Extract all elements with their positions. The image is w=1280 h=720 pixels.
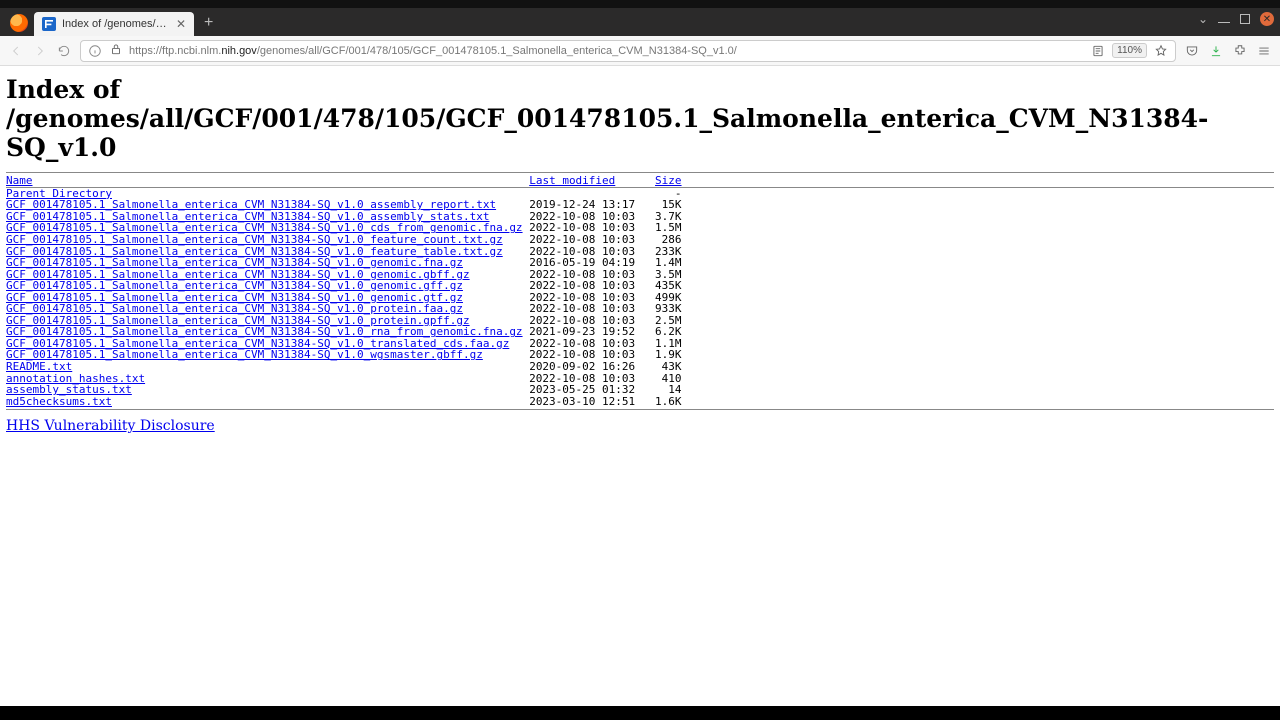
tabs-dropdown-icon[interactable]: ⌄: [1198, 12, 1208, 26]
window-minimize-icon[interactable]: [1218, 22, 1230, 23]
sort-by-name-link[interactable]: Name: [6, 174, 33, 187]
url-text: https://ftp.ncbi.nlm.nih.gov/genomes/all…: [129, 45, 1084, 57]
new-tab-button[interactable]: +: [194, 14, 223, 36]
extensions-icon[interactable]: [1232, 43, 1248, 59]
app-menu-icon[interactable]: [1256, 43, 1272, 59]
page-title: Index of /genomes/all/GCF/001/478/105/GC…: [6, 76, 1274, 162]
firefox-icon: [10, 14, 28, 32]
forward-button[interactable]: [32, 43, 48, 59]
divider: [6, 187, 1274, 188]
url-bar[interactable]: https://ftp.ncbi.nlm.nih.gov/genomes/all…: [80, 40, 1176, 62]
hhs-disclosure-link[interactable]: HHS Vulnerability Disclosure: [6, 418, 215, 434]
tab-title: Index of /genomes/all/G: [62, 18, 170, 30]
window-close-icon[interactable]: ✕: [1260, 12, 1274, 26]
sort-by-modified-link[interactable]: Last modified: [529, 174, 615, 187]
browser-tab-active[interactable]: Index of /genomes/all/G ✕: [34, 12, 194, 36]
url-host: nih.gov: [221, 45, 256, 57]
reload-button[interactable]: [56, 43, 72, 59]
back-button[interactable]: [8, 43, 24, 59]
directory-listing: Name Last modified Size Parent Directory: [6, 175, 1274, 407]
os-top-bar: [0, 0, 1280, 8]
file-link[interactable]: GCF_001478105.1_Salmonella_enterica_CVM_…: [6, 348, 483, 361]
divider: [6, 409, 1274, 410]
window-maximize-icon[interactable]: [1240, 14, 1250, 24]
file-link[interactable]: md5checksums.txt: [6, 395, 112, 408]
downloads-icon[interactable]: [1208, 43, 1224, 59]
tab-close-icon[interactable]: ✕: [176, 17, 186, 31]
lock-icon[interactable]: [109, 42, 123, 59]
page-content: Index of /genomes/all/GCF/001/478/105/GC…: [0, 66, 1280, 706]
zoom-level-badge[interactable]: 110%: [1112, 43, 1147, 58]
url-prefix: https://ftp.ncbi.nlm.: [129, 45, 221, 57]
reader-mode-icon[interactable]: [1090, 43, 1106, 59]
divider: [6, 172, 1274, 173]
site-info-icon[interactable]: [87, 43, 103, 59]
os-bottom-bar: [0, 706, 1280, 720]
sort-by-size-link[interactable]: Size: [655, 174, 682, 187]
browser-toolbar: https://ftp.ncbi.nlm.nih.gov/genomes/all…: [0, 36, 1280, 66]
bookmark-star-icon[interactable]: [1153, 43, 1169, 59]
tab-strip: Index of /genomes/all/G ✕ + ⌄ ✕: [0, 8, 1280, 36]
ncbi-favicon-icon: [42, 17, 56, 31]
pocket-icon[interactable]: [1184, 43, 1200, 59]
url-path: /genomes/all/GCF/001/478/105/GCF_0014781…: [257, 45, 737, 57]
